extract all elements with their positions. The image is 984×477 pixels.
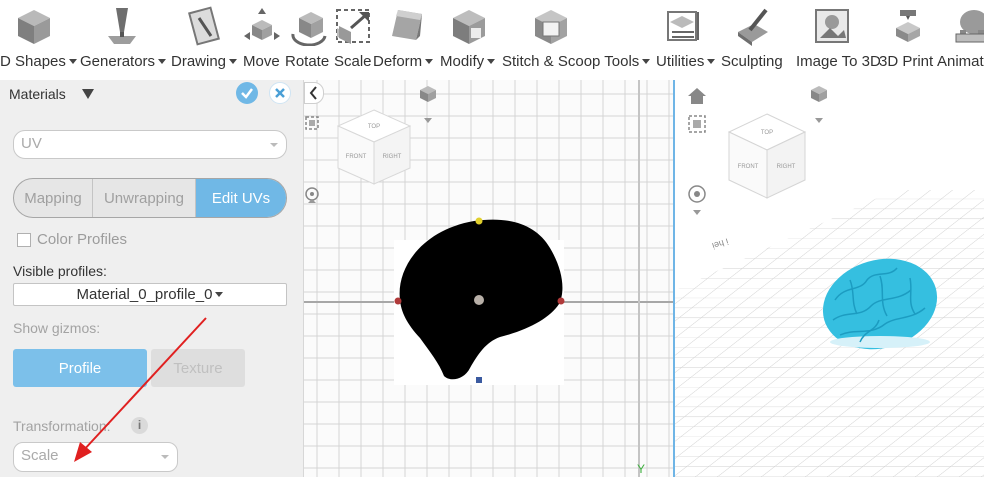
panel-header: Materials bbox=[0, 80, 303, 108]
check-icon bbox=[241, 88, 253, 99]
tab-edit-uvs[interactable]: Edit UVs bbox=[196, 179, 286, 217]
toolbar-deform[interactable]: Deform bbox=[373, 0, 439, 78]
toolbar-label: Rotate bbox=[285, 53, 330, 70]
tab-label: Edit UVs bbox=[211, 189, 271, 207]
close-icon bbox=[275, 88, 285, 98]
toolbar-drawing[interactable]: Drawing bbox=[169, 0, 240, 78]
toolbar-label: D Shapes bbox=[0, 53, 66, 70]
toolbar-stitch-scoop[interactable]: Stitch & Scoop Tools bbox=[501, 0, 652, 78]
axis-y-label: Y bbox=[637, 462, 646, 476]
toolbar-label: Utilities bbox=[656, 53, 705, 70]
generator-pin-icon bbox=[108, 8, 136, 44]
view-cube-icon[interactable]: TOP FRONT RIGHT bbox=[725, 110, 809, 202]
deform-icon bbox=[392, 10, 422, 40]
cube-face-right: RIGHT bbox=[777, 164, 796, 170]
collapse-triangle-icon[interactable] bbox=[82, 89, 94, 99]
confirm-button[interactable] bbox=[236, 82, 258, 104]
toolbar-utilities[interactable]: Utilities bbox=[654, 0, 718, 78]
toolbar-label: Scale bbox=[334, 53, 372, 70]
orbit-icon[interactable] bbox=[304, 185, 320, 205]
toolbar-label: Generators bbox=[80, 53, 156, 70]
toolbar-3d-print[interactable]: 3D Print bbox=[878, 0, 936, 78]
annotation-arrow bbox=[74, 317, 207, 462]
3d-scene-canvas: ᴉǝɥ ᴉ bbox=[675, 190, 984, 477]
uv-editor-viewport[interactable]: TOP FRONT RIGHT Y bbox=[304, 80, 674, 477]
gizmo-center-handle bbox=[474, 295, 484, 305]
toolbar-move[interactable]: Move bbox=[242, 0, 284, 78]
move-icon bbox=[244, 8, 280, 40]
uv-mode-tabs: Mapping Unwrapping Edit UVs bbox=[13, 178, 287, 218]
scale-icon bbox=[336, 9, 370, 44]
gizmo-top-handle bbox=[475, 217, 483, 225]
toolbar-modify[interactable]: Modify bbox=[440, 0, 500, 78]
stitch-scoop-icon bbox=[535, 10, 567, 44]
tab-mapping[interactable]: Mapping bbox=[14, 179, 93, 217]
toolbar-label: Stitch & Scoop Tools bbox=[502, 53, 640, 70]
image-to-3d-icon bbox=[815, 9, 849, 43]
cube-face-front: FRONT bbox=[738, 164, 759, 170]
toolbar-sculpting[interactable]: Sculpting bbox=[720, 0, 792, 78]
toolbar-label: 3D Print bbox=[879, 53, 934, 70]
uv-select[interactable]: UV bbox=[13, 130, 287, 159]
view-cube-menu-icon[interactable] bbox=[418, 84, 438, 124]
modify-icon bbox=[453, 10, 485, 44]
main-toolbar: D Shapes Generators Drawing Move Rotate … bbox=[0, 0, 984, 81]
animation-icon bbox=[955, 10, 984, 43]
color-profiles-label: Color Profiles bbox=[37, 231, 128, 248]
toolbar-label: Drawing bbox=[171, 53, 227, 70]
uv-select-value: UV bbox=[21, 135, 42, 152]
cube-face-top: TOP bbox=[368, 124, 380, 130]
gizmo-right-handle bbox=[557, 297, 565, 305]
toolbar-animation[interactable]: Animat bbox=[936, 0, 984, 78]
3d-viewport[interactable]: ᴉǝɥ ᴉ TOP FRONT RIGHT bbox=[675, 80, 984, 477]
view-cube-menu-icon[interactable] bbox=[809, 84, 829, 124]
toolbar-rotate[interactable]: Rotate bbox=[285, 0, 333, 78]
tab-unwrapping[interactable]: Unwrapping bbox=[93, 179, 196, 217]
zoom-fit-icon[interactable] bbox=[304, 114, 320, 134]
visible-profile-value: Material_0_profile_0 bbox=[76, 286, 213, 303]
ground-text: ᴉǝɥ ᴉ bbox=[711, 235, 730, 250]
panel-title: Materials bbox=[9, 86, 66, 102]
utilities-icon bbox=[667, 11, 699, 41]
toolbar-label: Image To 3D bbox=[796, 53, 881, 70]
toolbar-3d-shapes[interactable]: D Shapes bbox=[0, 0, 77, 78]
toolbar-scale[interactable]: Scale bbox=[333, 0, 373, 78]
toolbar-generators[interactable]: Generators bbox=[78, 0, 167, 78]
toolbar-label: Animat bbox=[937, 53, 984, 70]
view-cube-icon[interactable]: TOP FRONT RIGHT bbox=[326, 106, 422, 188]
color-profiles-checkbox[interactable] bbox=[17, 233, 31, 247]
transformation-value: Scale bbox=[21, 447, 59, 464]
cube-face-front: FRONT bbox=[346, 154, 367, 160]
zoom-fit-icon[interactable] bbox=[687, 114, 707, 134]
chevron-down-icon bbox=[215, 292, 224, 297]
cube-face-right: RIGHT bbox=[383, 154, 402, 160]
cube-icon bbox=[18, 10, 50, 44]
toolbar-label: Sculpting bbox=[721, 53, 783, 70]
home-icon[interactable] bbox=[687, 86, 707, 106]
cancel-button[interactable] bbox=[269, 82, 291, 104]
drawing-icon bbox=[188, 6, 220, 46]
sculpting-icon bbox=[738, 8, 768, 46]
toolbar-label: Deform bbox=[373, 53, 423, 70]
tab-label: Unwrapping bbox=[103, 189, 185, 207]
gizmo-left-handle bbox=[394, 297, 402, 305]
chevron-left-icon bbox=[309, 86, 317, 100]
view-collapse-button[interactable] bbox=[304, 82, 324, 104]
tab-label: Mapping bbox=[24, 189, 82, 207]
gizmo-bottom-handle bbox=[476, 377, 482, 383]
toolbar-label: Modify bbox=[440, 53, 485, 70]
orbit-icon[interactable] bbox=[687, 184, 707, 216]
rotate-icon bbox=[291, 12, 327, 46]
toolbar-image-to-3d[interactable]: Image To 3D bbox=[794, 0, 881, 78]
3d-print-icon bbox=[896, 10, 920, 42]
visible-profiles-select[interactable]: Material_0_profile_0 bbox=[13, 283, 287, 306]
visible-profiles-label: Visible profiles: bbox=[13, 263, 107, 279]
cube-face-top: TOP bbox=[761, 130, 773, 136]
toolbar-label: Move bbox=[243, 53, 280, 70]
chevron-down-icon bbox=[270, 143, 278, 147]
